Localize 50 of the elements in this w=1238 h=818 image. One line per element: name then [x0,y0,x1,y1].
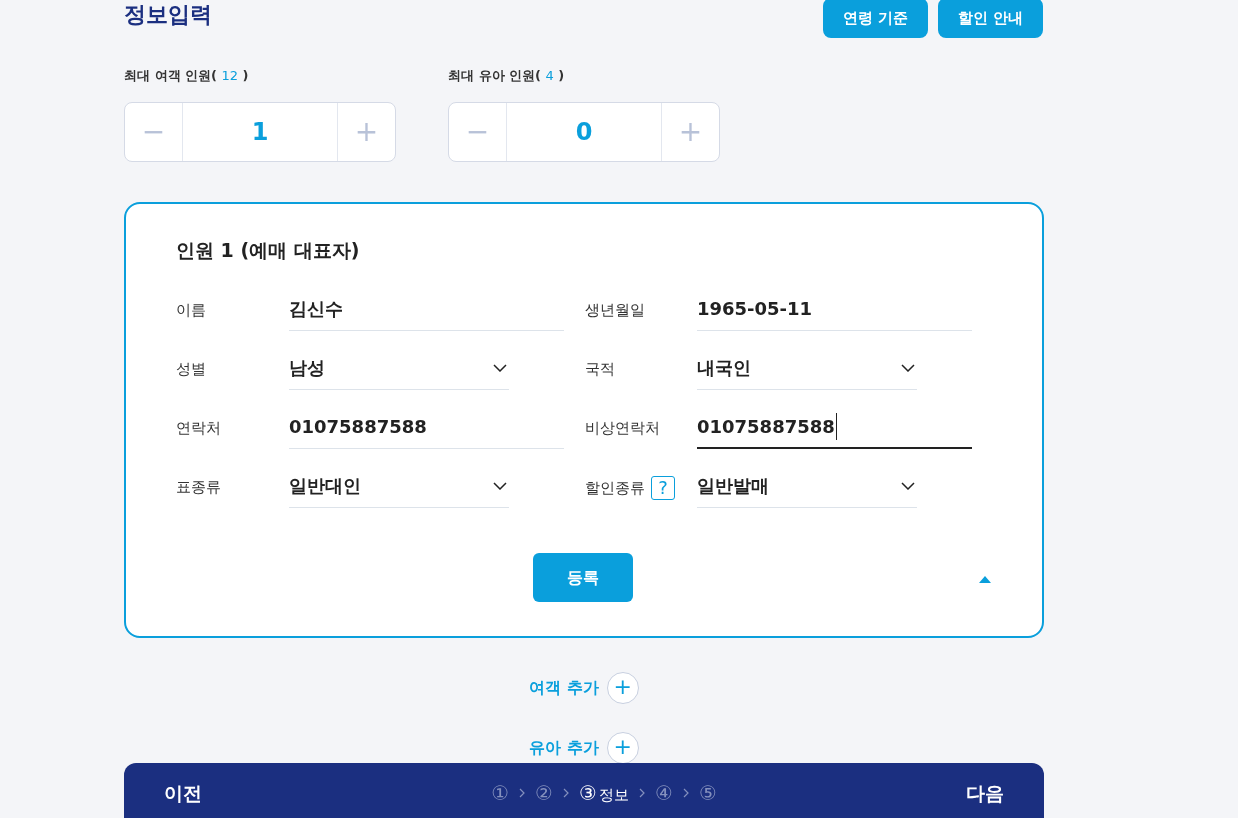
counter-label: 최대 여객 인원( 12 ) [124,67,250,85]
plus-button[interactable]: + [661,102,719,161]
chevron-down-icon [493,481,507,490]
collapse-icon[interactable] [979,576,991,583]
minus-button[interactable]: − [449,102,507,161]
plus-button[interactable]: + [337,102,395,161]
step-indicator: ② [535,780,554,807]
select-field[interactable]: 일반대인 [289,464,509,508]
input-field[interactable]: 김신수 [289,287,564,331]
chevron-down-icon [901,363,915,372]
field-label: 성별 [176,359,206,380]
add-icon[interactable]: + [606,672,639,704]
field-label: 표종류 [176,477,221,498]
add-link[interactable]: 여객 추가 [529,676,599,700]
add-icon[interactable]: + [606,732,639,764]
step-indicator: ① [491,780,510,807]
select-field[interactable]: 남성 [289,346,509,390]
select-field[interactable]: 일반발매 [697,464,917,508]
field-label: 할인종류 [585,477,645,499]
input-field[interactable]: 1965-05-11 [697,287,972,331]
chevron-right-icon [638,788,645,798]
field-label: 이름 [176,300,206,321]
chevron-right-icon [682,788,689,798]
chevron-down-icon [493,363,507,372]
input-field[interactable]: 01075887588 [697,405,972,449]
info-button[interactable]: 연령 기준 [822,0,928,38]
minus-button[interactable]: − [125,102,183,161]
register-button[interactable]: 등록 [533,553,633,602]
help-icon[interactable]: ? [651,476,675,500]
chevron-down-icon [901,481,915,490]
input-field[interactable]: 01075887588 [289,405,564,449]
field-label: 비상연락처 [585,418,660,439]
quantity-value: 0 [574,116,594,148]
counter-label: 최대 유아 인원( 4 ) [448,67,566,85]
step-indicator: ⑤ [698,780,717,807]
chevron-right-icon [563,788,570,798]
quantity-value: 1 [250,116,270,148]
field-label: 국적 [585,359,615,380]
select-field[interactable]: 내국인 [697,346,917,390]
step-indicator: ③ 정보 [579,780,629,807]
step-indicator: ④ [654,780,673,807]
chevron-right-icon [519,788,526,798]
section-title: 정보입력 [124,1,212,29]
add-link[interactable]: 유아 추가 [529,736,599,760]
next-button[interactable]: 다음 [966,778,1004,808]
card-title: 인원 1 (예매 대표자) [176,237,361,263]
info-button[interactable]: 할인 안내 [937,0,1043,38]
previous-button[interactable]: 이전 [164,778,202,808]
field-label: 생년월일 [585,300,645,321]
field-label: 연락처 [176,418,221,439]
